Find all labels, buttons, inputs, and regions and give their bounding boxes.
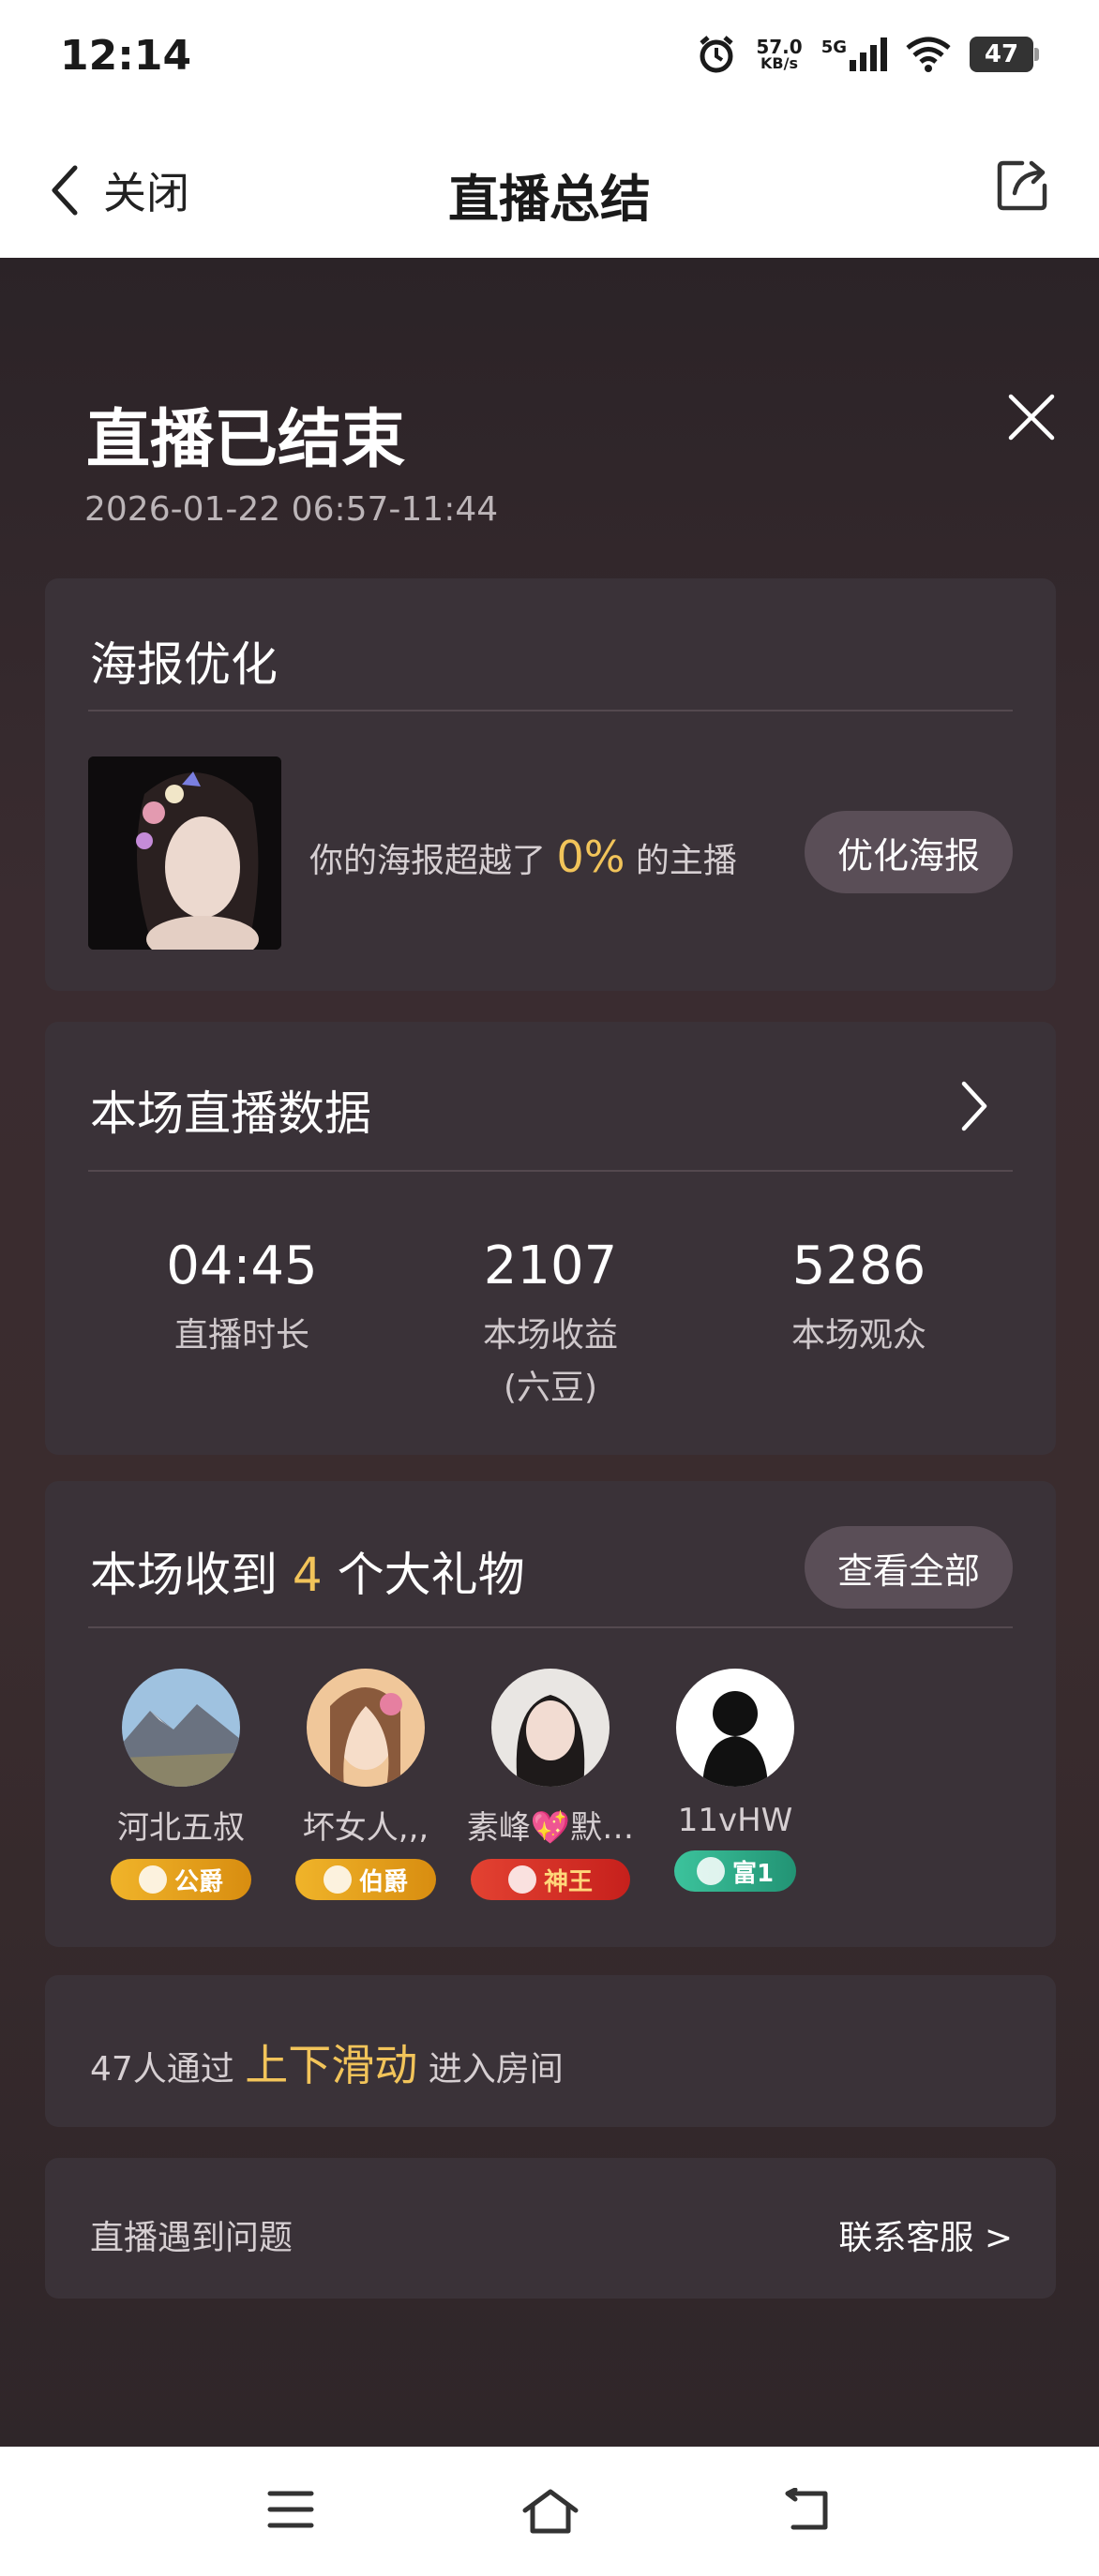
stat-value: 2107: [483, 1236, 618, 1296]
status-icons: 57.0 KB/s 5G 47: [696, 34, 1039, 75]
gifter-name: 素峰💖默…: [466, 1809, 635, 1847]
page-title: 直播总结: [448, 170, 651, 229]
contact-support-link[interactable]: 联系客服 >: [838, 2210, 1013, 2259]
signal-icon: [850, 37, 887, 71]
stat-value: 5286: [791, 1236, 926, 1296]
poster-card-title: 海报优化: [90, 637, 278, 692]
gifts-title-after: 个大礼物: [337, 1548, 525, 1602]
issue-card: 直播遇到问题 联系客服 >: [45, 2158, 1056, 2299]
swipe-prefix: 47人通过: [90, 2050, 234, 2089]
avatar: [676, 1669, 794, 1787]
status-time: 12:14: [60, 32, 192, 80]
wifi-icon: [906, 37, 951, 72]
rank-badge: 神王: [471, 1859, 630, 1900]
poster-card: 海报优化 你的海报超越了 0% 的主播 优化海报: [45, 578, 1056, 991]
view-all-button[interactable]: 查看全部: [805, 1526, 1013, 1609]
live-stats-card: 本场直播数据 04:45 直播时长 2107 本场收益 (六豆) 5286 本场…: [45, 1022, 1056, 1455]
stat-earnings: 2107 本场收益 (六豆): [410, 1236, 691, 1415]
poster-image: [88, 756, 281, 950]
signal-5g: 5G: [821, 37, 887, 71]
rank-badge: 伯爵: [295, 1859, 436, 1900]
badge-icon: [696, 1857, 725, 1885]
poster-percent: 0%: [556, 831, 625, 882]
avatar: [307, 1669, 425, 1787]
stat-audience: 5286 本场观众: [718, 1236, 1000, 1362]
alarm-icon: [700, 36, 733, 73]
menu-button[interactable]: [266, 2488, 315, 2535]
divider: [88, 1626, 1013, 1628]
stat-label: 直播时长: [173, 1316, 309, 1355]
net-speed-value: 57.0: [756, 36, 803, 58]
poster-thumbnail: [88, 756, 281, 950]
gifter-item[interactable]: 河北五叔 公爵: [92, 1669, 270, 1900]
rank-badge: 公爵: [111, 1859, 251, 1900]
gifter-item[interactable]: 坏女人,,, 伯爵: [277, 1669, 455, 1900]
badge-label: 神王: [543, 1867, 593, 1896]
back-system-button[interactable]: [782, 2487, 833, 2537]
nav-bar: 关闭 直播总结: [0, 112, 1099, 258]
badge-label: 伯爵: [358, 1867, 408, 1896]
net-speed: 57.0 KB/s: [756, 37, 802, 71]
badge-icon: [507, 1865, 536, 1894]
gifts-title-before: 本场收到: [90, 1548, 278, 1602]
gifter-item[interactable]: 11vHW 富1: [646, 1669, 824, 1892]
net-speed-unit: KB/s: [760, 54, 798, 72]
swipe-highlight: 上下滑动: [245, 2040, 418, 2090]
gifts-card-title: 本场收到 4 个大礼物: [90, 1537, 525, 1605]
stat-label: 本场收益 (六豆): [482, 1316, 618, 1407]
stat-duration: 04:45 直播时长: [101, 1236, 383, 1362]
stat-value: 04:45: [166, 1236, 318, 1296]
stats-detail-button[interactable]: [958, 1078, 990, 1138]
optimize-poster-button[interactable]: 优化海报: [805, 811, 1013, 893]
divider: [88, 1170, 1013, 1172]
close-button[interactable]: [1003, 389, 1060, 449]
badge-icon: [138, 1865, 167, 1894]
badge-label: 公爵: [173, 1867, 223, 1896]
poster-rank-text: 你的海报超越了 0% 的主播: [309, 831, 737, 882]
poster-text-after: 的主播: [635, 842, 737, 880]
status-bar: 12:14 57.0 KB/s 5G 47: [0, 0, 1099, 112]
badge-icon: [323, 1865, 352, 1894]
home-icon: [522, 2489, 579, 2534]
gifter-name: 11vHW: [677, 1802, 793, 1839]
return-icon: [785, 2487, 828, 2530]
badge-label: 富1: [731, 1859, 775, 1888]
swipe-entry-card: 47人通过 上下滑动 进入房间: [45, 1975, 1056, 2127]
divider: [88, 710, 1013, 711]
avatar: [122, 1669, 240, 1787]
ended-time-range: 2026-01-22 06:57-11:44: [84, 490, 499, 529]
gifts-card: 本场收到 4 个大礼物 查看全部 河北五叔 公爵 坏女人,,, 伯爵 素峰💖默……: [45, 1481, 1056, 1947]
stat-label: 本场观众: [790, 1316, 926, 1355]
gifter-name: 坏女人,,,: [302, 1809, 429, 1847]
swipe-suffix: 进入房间: [428, 2050, 564, 2089]
network-type: 5G: [820, 37, 847, 57]
stats-card-title: 本场直播数据: [90, 1086, 371, 1141]
system-nav-bar: [0, 2447, 1099, 2576]
ended-title: 直播已结束: [86, 403, 406, 477]
home-button[interactable]: [521, 2488, 580, 2539]
battery-indicator: 47: [970, 37, 1039, 72]
share-icon: [997, 160, 1047, 211]
menu-icon: [267, 2491, 314, 2528]
rank-badge: 富1: [674, 1850, 796, 1892]
poster-text-before: 你的海报超越了: [309, 842, 547, 880]
gifts-count: 4: [292, 1548, 323, 1602]
share-button[interactable]: [994, 156, 1052, 217]
chevron-right-icon: [961, 1081, 987, 1131]
summary-panel: 直播已结束 2026-01-22 06:57-11:44 海报优化 你的海报超越…: [0, 258, 1099, 2447]
close-icon: [1008, 394, 1055, 441]
avatar: [491, 1669, 610, 1787]
issue-label: 直播遇到问题: [90, 2219, 294, 2257]
gifter-item[interactable]: 素峰💖默… 神王: [461, 1669, 640, 1900]
swipe-entry-text: 47人通过 上下滑动 进入房间: [90, 2031, 564, 2093]
gifter-name: 河北五叔: [117, 1809, 245, 1847]
